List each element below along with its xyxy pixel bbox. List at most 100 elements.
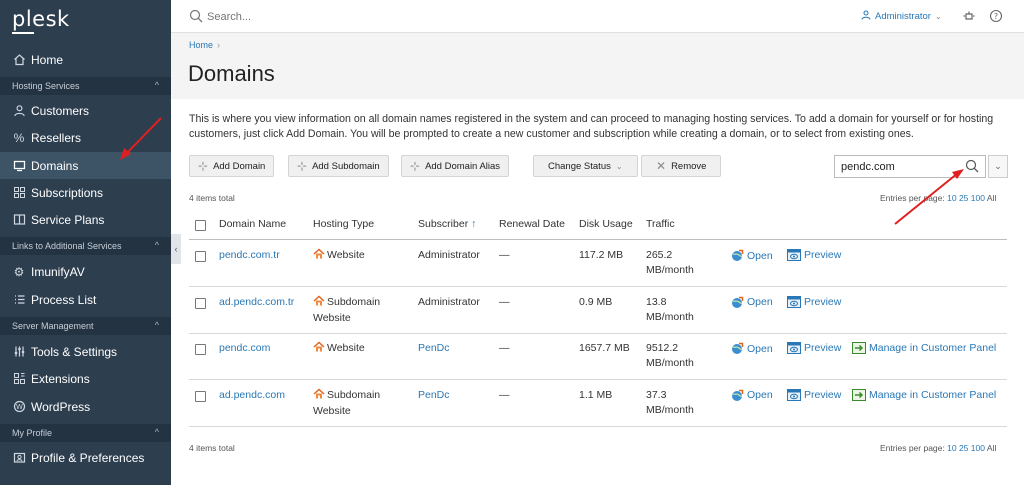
manage-customer-panel-link[interactable]: Manage in Customer Panel: [852, 388, 996, 401]
row-checkbox[interactable]: [195, 251, 206, 262]
list-filter-input[interactable]: [834, 155, 986, 178]
page-size-10[interactable]: 10: [947, 443, 956, 453]
open-link[interactable]: Open: [731, 389, 773, 402]
preview-link[interactable]: Preview: [787, 388, 841, 401]
sidebar-item-wordpress[interactable]: W WordPress: [0, 393, 171, 420]
manage-icon: [852, 388, 866, 401]
user-menu[interactable]: Administrator ⌄: [861, 10, 942, 23]
sidebar-item-label: Tools & Settings: [31, 344, 118, 359]
open-link[interactable]: Open: [731, 249, 773, 262]
row-checkbox[interactable]: [195, 344, 206, 355]
sidebar-item-home[interactable]: Home: [0, 46, 171, 73]
user-icon: [861, 10, 871, 23]
renewal-date: —: [499, 342, 510, 354]
pagination-size-bottom: Entries per page: 10 25 100 All: [880, 443, 996, 453]
change-status-button[interactable]: Change Status ⌄: [533, 155, 638, 177]
house-icon: [313, 387, 325, 404]
row-checkbox[interactable]: [195, 390, 206, 402]
hosting-type-label: Subdomain: [327, 388, 381, 401]
sidebar-item-process-list[interactable]: Process List: [0, 286, 171, 313]
domain-link[interactable]: ad.pendc.com: [219, 388, 285, 403]
column-hosting-type[interactable]: Hosting Type: [313, 218, 374, 230]
page-size-25[interactable]: 25: [959, 193, 968, 203]
sidebar-item-extensions[interactable]: Extensions: [0, 365, 171, 392]
sidebar-collapse-toggle[interactable]: ‹: [171, 234, 181, 264]
global-search-input[interactable]: [207, 8, 507, 25]
page-size-all[interactable]: All: [987, 193, 996, 203]
row-divider: [189, 332, 1007, 334]
sidebar-item-subscriptions[interactable]: Subscriptions: [0, 179, 171, 206]
traffic-value: 13.8: [646, 295, 667, 308]
sidebar-item-resellers[interactable]: % Resellers: [0, 124, 171, 151]
help-icon[interactable]: ?: [988, 8, 1004, 24]
sidebar-item-imunifyav[interactable]: ⚙ ImunifyAV: [0, 258, 171, 285]
page-size-25[interactable]: 25: [959, 443, 968, 453]
globe-icon: [731, 389, 744, 402]
monitor-icon: [12, 159, 26, 173]
remove-button[interactable]: ✕ Remove: [641, 155, 722, 177]
entries-label: Entries per page:: [880, 443, 945, 453]
sidebar-item-domains[interactable]: Domains: [0, 152, 171, 179]
add-domain-alias-button[interactable]: ⊹ Add Domain Alias: [401, 155, 510, 177]
breadcrumb-home-link[interactable]: Home: [189, 40, 213, 50]
column-domain-name[interactable]: Domain Name: [219, 218, 286, 230]
disk-usage: 1657.7 MB: [579, 342, 630, 354]
sidebar-item-service-plans[interactable]: Service Plans: [0, 206, 171, 233]
domain-link[interactable]: ad.pendc.com.tr: [219, 295, 294, 310]
select-all-checkbox[interactable]: [195, 220, 206, 231]
search-icon: [189, 9, 203, 28]
column-disk-usage[interactable]: Disk Usage: [579, 218, 633, 230]
add-domain-button[interactable]: ⊹ Add Domain: [189, 155, 275, 177]
domain-link[interactable]: pendc.com: [219, 341, 270, 356]
traffic-unit: MB/month: [646, 310, 694, 323]
chevron-left-icon: ‹: [174, 244, 178, 254]
traffic-unit: MB/month: [646, 357, 694, 369]
items-total: 4 items total: [189, 193, 235, 203]
wordpress-icon: W: [12, 400, 26, 414]
open-link[interactable]: Open: [731, 296, 773, 309]
page-header: Home › Domains: [171, 33, 1024, 99]
manage-customer-panel-link[interactable]: Manage in Customer Panel: [852, 342, 996, 354]
column-renewal-date[interactable]: Renewal Date: [499, 218, 565, 230]
page-size-100[interactable]: 100: [971, 443, 985, 453]
filter-options-toggle[interactable]: ⌄: [988, 155, 1008, 178]
chevron-down-icon: ⌄: [934, 12, 942, 21]
search-icon[interactable]: [965, 159, 979, 178]
plus-icon: ⊹: [297, 159, 308, 173]
section-server-management[interactable]: Server Management ^: [0, 317, 171, 335]
domain-link[interactable]: pendc.com.tr: [219, 248, 280, 263]
preview-link[interactable]: Preview: [787, 295, 841, 308]
hosting-type-label: Website: [327, 249, 365, 261]
open-link[interactable]: Open: [731, 342, 773, 355]
subscriber[interactable]: PenDc: [418, 341, 450, 356]
section-additional-services[interactable]: Links to Additional Services ^: [0, 237, 171, 255]
column-subscriber[interactable]: Subscriber ↑: [418, 218, 476, 230]
row-checkbox[interactable]: [195, 297, 206, 309]
section-my-profile[interactable]: My Profile ^: [0, 424, 171, 442]
preview-link[interactable]: Preview: [787, 342, 841, 354]
sidebar-item-label: Extensions: [31, 371, 90, 386]
svg-text:?: ?: [994, 12, 998, 21]
sidebar-item-profile-preferences[interactable]: Profile & Preferences: [0, 444, 171, 471]
preview-link[interactable]: Preview: [787, 249, 841, 261]
pagination-size: Entries per page: 10 25 100 All: [880, 193, 996, 203]
page-size-10[interactable]: 10: [947, 193, 956, 203]
traffic-value: 37.3: [646, 388, 667, 401]
header-divider: [189, 239, 1007, 240]
notifications-icon[interactable]: [961, 8, 977, 24]
sort-asc-icon: ↑: [471, 218, 477, 230]
open-label: Open: [747, 296, 773, 308]
section-hosting-services[interactable]: Hosting Services ^: [0, 77, 171, 95]
column-traffic[interactable]: Traffic: [646, 218, 675, 230]
page-size-100[interactable]: 100: [971, 193, 985, 203]
preview-label: Preview: [804, 249, 842, 261]
sidebar-item-customers[interactable]: Customers: [0, 97, 171, 124]
subscriber[interactable]: PenDc: [418, 388, 450, 403]
sidebar-item-tools-settings[interactable]: Tools & Settings: [0, 338, 171, 365]
button-label: Add Subdomain: [312, 160, 380, 172]
manage-label: Manage in Customer Panel: [869, 342, 997, 354]
add-subdomain-button[interactable]: ⊹ Add Subdomain: [288, 155, 389, 177]
plesk-logo[interactable]: plesk: [12, 7, 70, 31]
page-size-all[interactable]: All: [987, 443, 996, 453]
sidebar-item-label: Customers: [31, 103, 90, 118]
